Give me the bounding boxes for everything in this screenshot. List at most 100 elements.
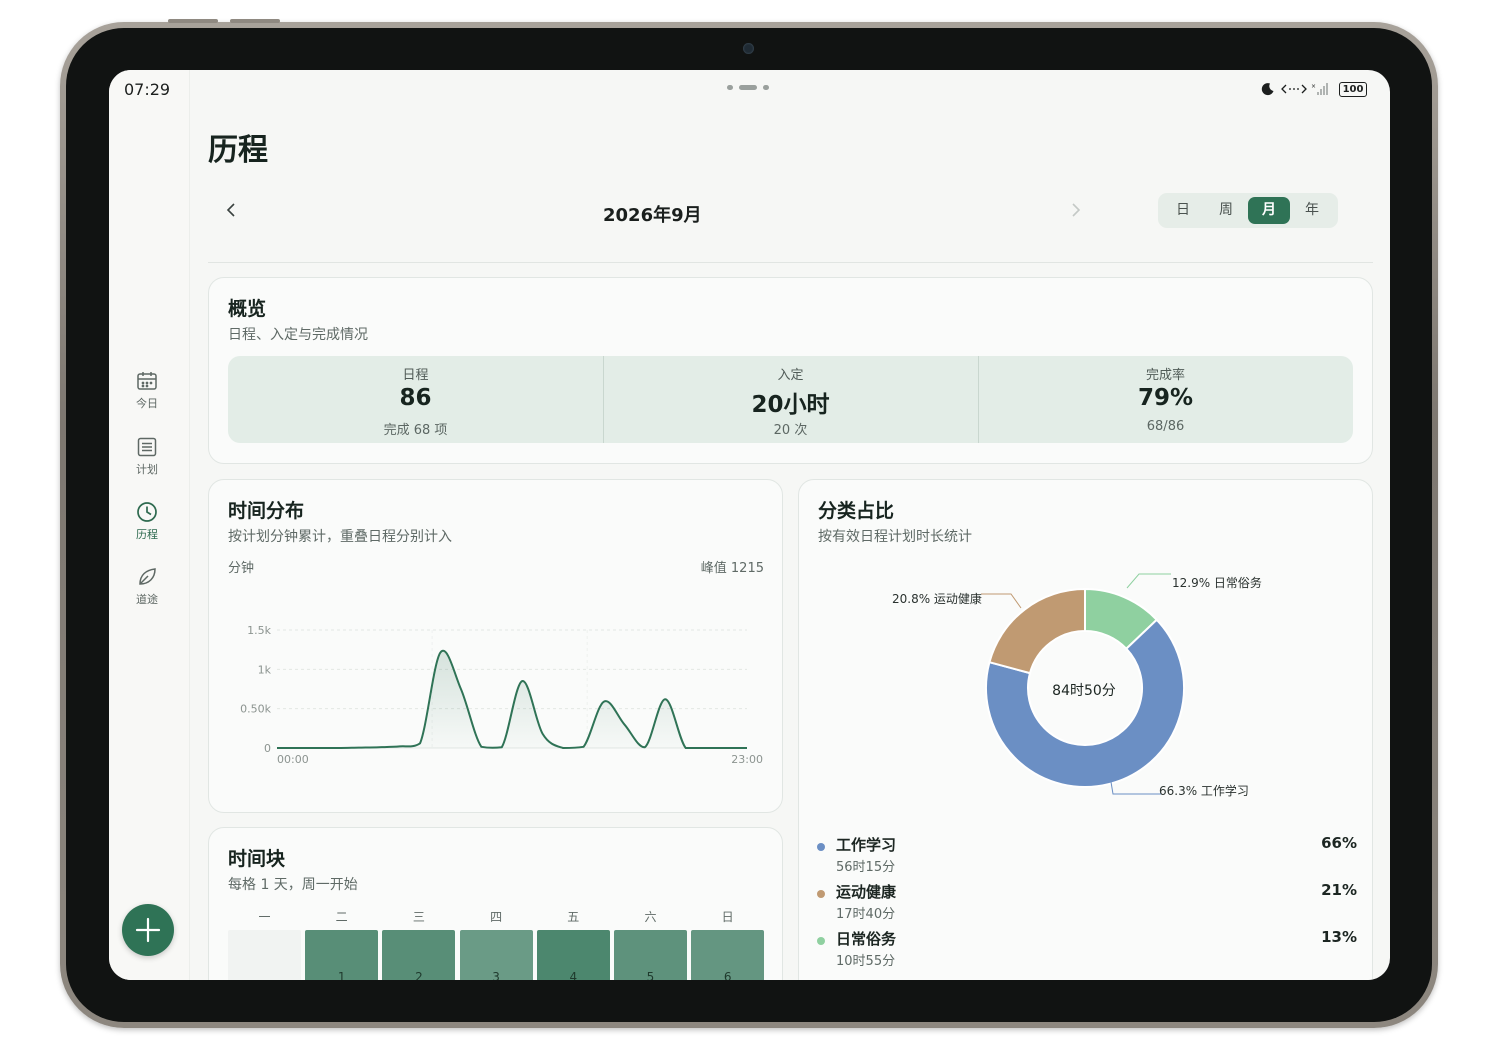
period-segmented-control: 日 周 月 年 [1158,193,1338,228]
day-cell[interactable]: 2 [382,930,456,980]
moon-icon [1261,83,1274,96]
weekday-label: 五 [567,910,580,924]
stat-value: 86 [399,385,432,411]
y-tick-label: 1k [258,663,272,676]
legend-time: 56时15分 [836,860,896,875]
chevron-right-icon [1072,203,1081,217]
list-icon [137,437,157,457]
stat-sub: 20 次 [773,423,808,438]
day-number: 6 [723,970,732,980]
day-cell[interactable]: 4 [536,930,610,980]
screen: 07:29 今日 计划 历程 道途 × 100 历程 2026年9月 日 周 月… [109,70,1390,980]
weekday-label: 六 [644,910,657,924]
weekday-label: 一 [258,910,271,924]
calendar-icon [137,372,157,390]
category-donut-chart [981,573,1185,795]
leader-line [1126,573,1171,589]
legend-name: 日常俗务 [836,930,897,948]
plus-icon [135,917,161,943]
day-number: 3 [492,970,500,980]
page-title: 历程 [208,133,268,168]
next-period-button[interactable] [1061,195,1091,225]
legend-item: 日常俗务 10时55分 13% [817,926,1357,970]
front-camera [743,43,754,54]
stat-label: 入定 [777,368,804,383]
status-time: 07:29 [124,80,171,99]
sidebar-label-path: 道途 [136,593,158,606]
signal-icon: × [1311,83,1328,95]
y-tick-label: 0 [264,742,271,755]
prev-period-button[interactable] [216,195,246,225]
day-cell[interactable] [228,930,301,980]
x-tick-label: 23:00 [731,753,763,766]
battery-level: 100 [1342,84,1364,95]
legend-dot [817,843,825,851]
legend-time: 17时40分 [836,907,896,922]
svg-text:×: × [1311,83,1316,90]
leader-line [981,593,1022,609]
legend-pct: 13% [1321,928,1357,946]
day-number: 5 [646,970,655,980]
stat-label: 日程 [402,368,429,383]
day-number: 4 [569,970,578,980]
battery-icon: 100 [1339,82,1367,97]
legend-pct: 66% [1321,834,1357,852]
sidebar-item-plan[interactable]: 计划 [109,436,185,477]
x-tick-label: 00:00 [277,753,309,766]
legend-dot [817,890,825,898]
overview-subtitle: 日程、入定与完成情况 [228,327,368,343]
time-distribution-chart: 0 0.50k 1k 1.5k 00:00 23:00 [240,624,763,766]
divider [208,262,1373,263]
series-area [277,650,747,748]
stat-value: 79% [1137,385,1194,411]
legend-item: 运动健康 17时40分 21% [817,879,1357,923]
day-cell[interactable]: 1 [305,930,379,980]
day-number: 1 [337,970,346,980]
period-navigator: 2026年9月 日 周 月 年 [208,185,1373,235]
stat-sub: 68/86 [1146,419,1185,434]
leaf-icon [139,568,156,585]
sidebar: 07:29 今日 计划 历程 道途 [109,70,190,980]
weekday-label: 三 [412,910,425,924]
period-label: 2026年9月 [603,205,702,226]
legend-name: 工作学习 [836,836,897,854]
sidebar-item-history[interactable]: 历程 [109,501,185,542]
weekday-label: 四 [490,910,503,924]
category-title: 分类占比 [818,500,895,522]
leader-line [1110,781,1161,795]
legend-pct: 21% [1321,881,1357,899]
category-card: 分类占比 按有效日程计划时长统计 12.9% 日常俗务 20.8% 运动健康 6… [798,479,1373,980]
tab-year[interactable]: 年 [1291,197,1333,224]
overview-card: 概览 日程、入定与完成情况 日程 86 完成 68 项 入定 20小时 20 次… [208,277,1373,464]
sidebar-label-history: 历程 [136,528,158,541]
donut-slice [988,587,1086,675]
add-button[interactable] [122,904,174,956]
stat-sub: 完成 68 项 [383,423,448,438]
overview-title: 概览 [228,298,267,320]
tab-week[interactable]: 周 [1205,197,1247,224]
stat-schedule: 日程 86 完成 68 项 [228,356,603,443]
donut-center-label: 84时50分 [1052,683,1116,699]
day-cell[interactable]: 6 [691,930,765,980]
clock-icon [137,502,157,522]
tab-day[interactable]: 日 [1162,197,1204,224]
legend-time: 10时55分 [836,954,896,969]
time-blocks-title: 时间块 [228,848,286,870]
donut-label-work: 66.3% 工作学习 [1159,784,1249,798]
sidebar-item-path[interactable]: 道途 [109,566,185,607]
time-blocks-subtitle: 每格 1 天，周一开始 [228,877,358,893]
day-cell[interactable]: 3 [459,930,533,980]
stat-meditation: 入定 20小时 20 次 [603,356,978,443]
day-cell[interactable]: 5 [614,930,687,980]
sidebar-item-today[interactable]: 今日 [109,370,185,411]
donut-label-sport: 20.8% 运动健康 [892,592,982,606]
tab-month[interactable]: 月 [1248,197,1290,224]
legend-name: 运动健康 [836,883,897,901]
volume-button [230,19,280,23]
y-tick-label: 1.5k [247,624,271,637]
sidebar-label-plan: 计划 [136,463,158,476]
overview-stats: 日程 86 完成 68 项 入定 20小时 20 次 完成率 79% 68/86 [228,356,1353,443]
y-tick-label: 0.50k [240,703,271,716]
sidebar-label-today: 今日 [136,397,158,410]
chevron-left-icon [226,203,235,217]
